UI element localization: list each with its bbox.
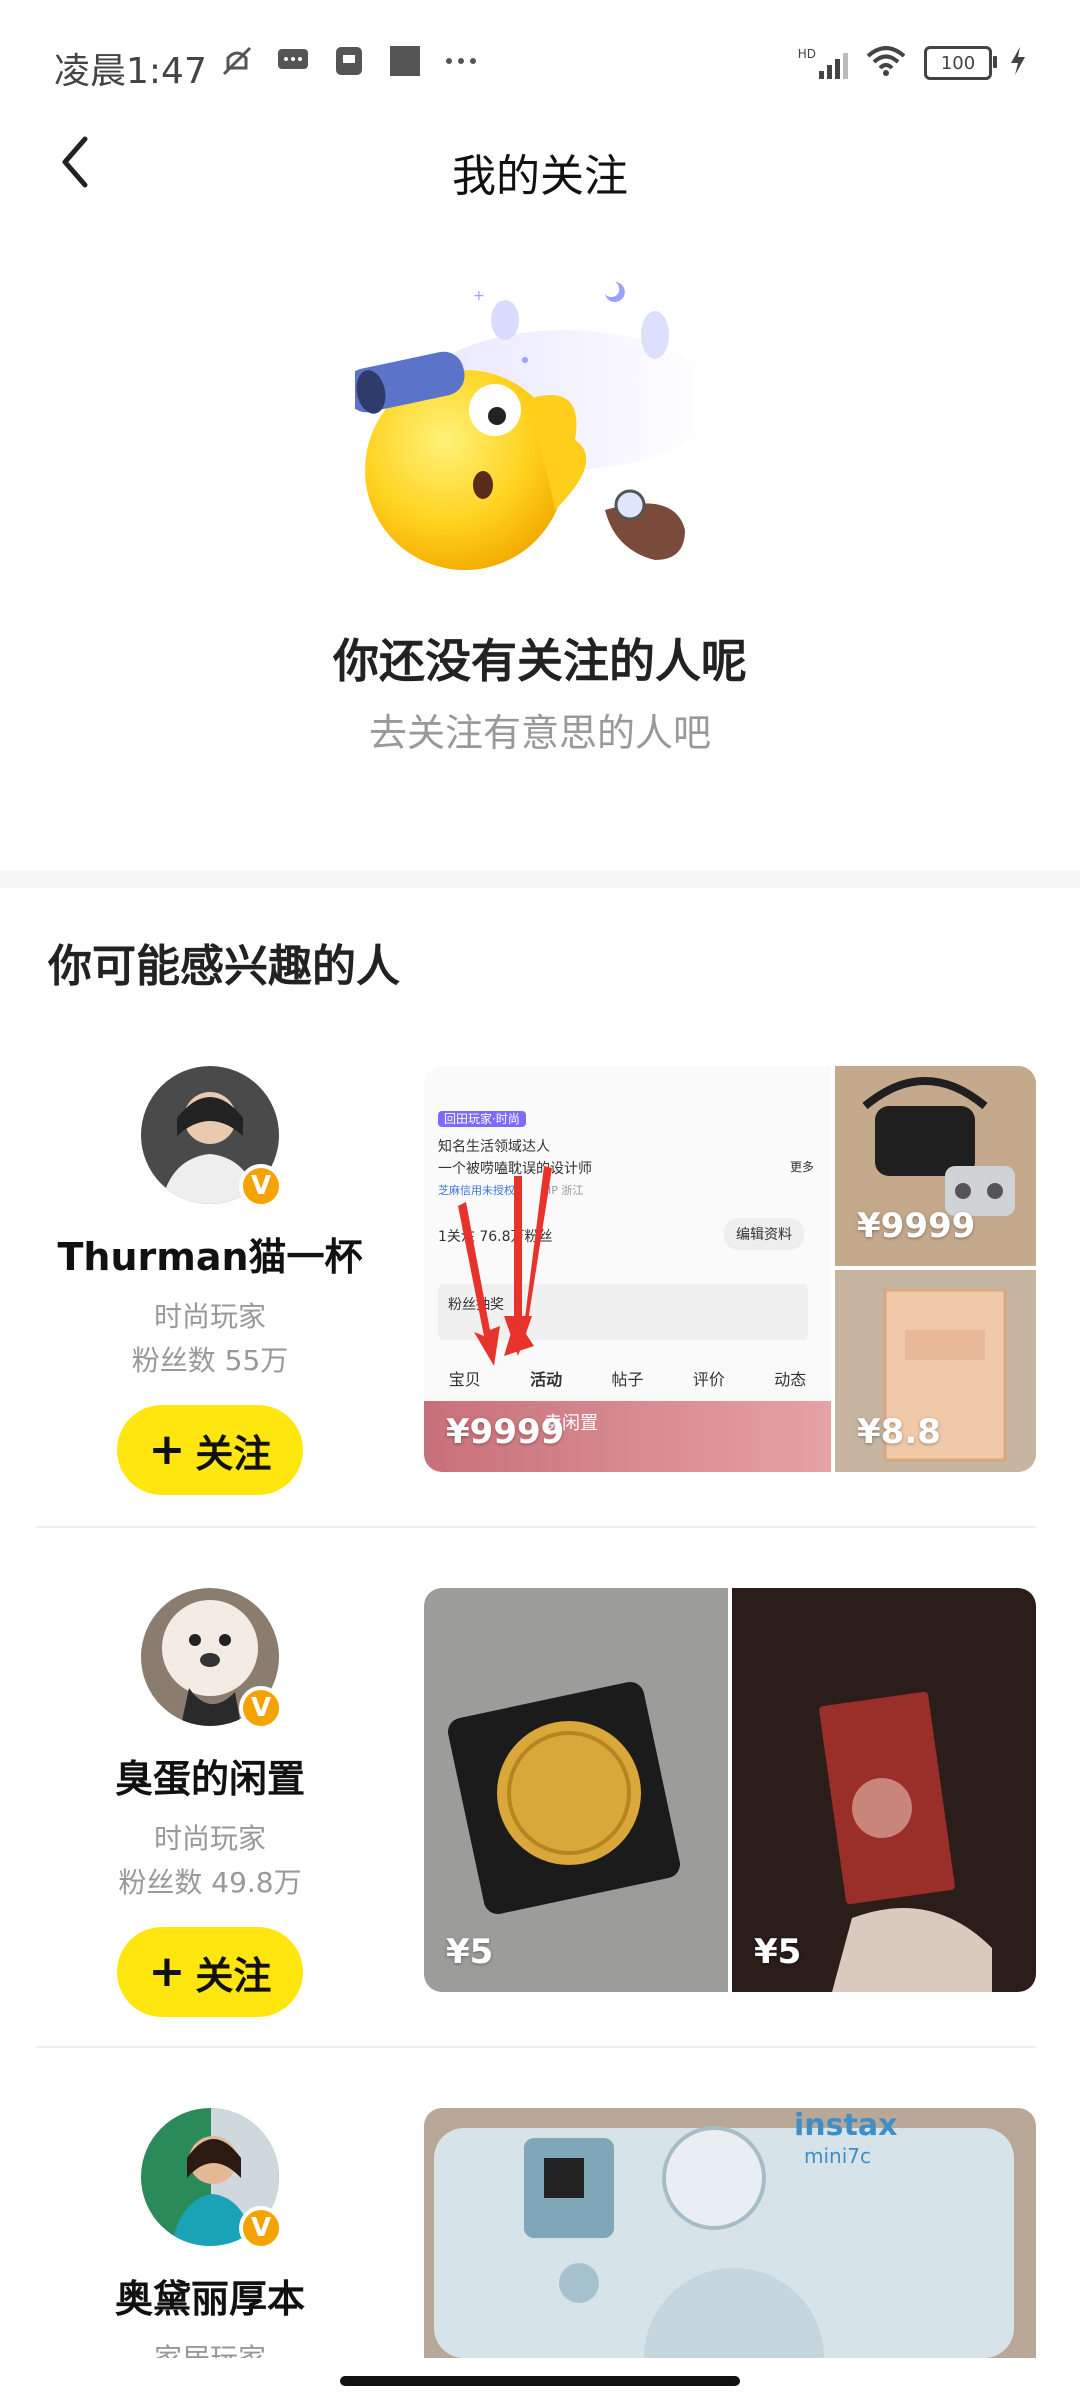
avatar-wrap[interactable]: V [141,1066,283,1208]
item-tile[interactable]: ¥8.8 [835,1270,1036,1472]
recommend-card[interactable]: V 奥黛丽厚本 家居玩家 instax mini7c [0,2108,1080,2358]
charging-icon [1010,47,1026,79]
item-gallery: ¥5 ¥5 [424,1588,1036,1992]
item-tile[interactable]: ¥5 [732,1588,1036,1992]
mock-line1: 知名生活领域达人 [438,1139,550,1155]
follow-label: 关注 [195,1953,272,1998]
message-icon [276,44,310,78]
signal-icon: HD [798,47,848,79]
more-dots-icon [444,44,478,78]
instax-camera-photo [424,2108,1036,2358]
avatar-wrap[interactable]: V [141,2108,283,2250]
user-fans: 粉丝数 49.8万 [118,1866,302,1899]
empty-title: 你还没有关注的人呢 [333,634,747,688]
follow-label: 关注 [195,1431,272,1476]
item-tile[interactable]: instax mini7c [424,2108,1036,2358]
svg-text:+: + [473,288,485,304]
section-title: 你可能感兴趣的人 [48,941,400,992]
mock-edit: 编辑资料 [724,1218,804,1250]
status-time: 凌晨1:47 [54,51,207,92]
home-indicator[interactable] [340,2376,740,2386]
item-price: ¥5 [754,1932,802,1972]
page-title: 我的关注 [452,151,628,202]
instax-brand-label: instax [794,2108,898,2143]
user-info: V Thurman猫一杯 时尚玩家 粉丝数 55万 + 关注 [40,1066,380,1495]
app-notification-icon [332,44,366,78]
status-left-icons [220,44,478,78]
item-gallery: instax mini7c [424,2108,1036,2358]
item-tile[interactable]: ¥5 [424,1588,728,1992]
item-price: ¥8.8 [857,1412,941,1452]
user-tag: 时尚玩家 [153,1822,266,1855]
instax-model-label: mini7c [804,2144,871,2168]
plus-icon: + [148,1946,186,1997]
mock-more: 更多 [790,1160,815,1174]
verified-badge: V [239,1686,283,1730]
mock-tabs: 宝贝 活动 帖子 评价 动态 [424,1366,831,1406]
recommend-card[interactable]: V 臭蛋的闲置 时尚玩家 粉丝数 49.8万 + 关注 ¥5 ¥5 [0,1588,1080,2017]
battery-level: 100 [940,52,976,74]
mock-tab: 活动 [530,1366,563,1406]
empty-subtitle: 去关注有意思的人吧 [368,711,711,755]
mock-badge: 回田玩家·时尚 [438,1111,526,1127]
verified-badge: V [239,1164,283,1208]
avatar-wrap[interactable]: V [141,1588,283,1730]
item-gallery: 回田玩家·时尚 知名生活领域达人 一个被唠嗑耽误的设计师 更多 芝麻信用未授权 … [424,1066,1036,1472]
item-tile[interactable]: 回田玩家·时尚 知名生活领域达人 一个被唠嗑耽误的设计师 更多 芝麻信用未授权 … [424,1066,831,1472]
item-tile[interactable]: ¥9999 [835,1066,1036,1266]
user-fans: 粉丝数 55万 [131,1344,289,1377]
section-divider [0,870,1080,888]
red-arrows-graphic [458,1166,552,1366]
follow-button[interactable]: + 关注 [117,1927,303,2017]
plus-icon: + [148,1424,186,1475]
mock-tab: 宝贝 [448,1370,481,1389]
user-tag: 时尚玩家 [153,1300,266,1333]
user-name[interactable]: 臭蛋的闲置 [40,1748,380,1803]
status-right-icons: HD 100 [798,46,1026,80]
user-tag: 家居玩家 [40,2337,380,2358]
mock-tab: 帖子 [611,1370,644,1389]
card-divider [36,1526,1036,1528]
user-name[interactable]: Thurman猫一杯 [40,1226,380,1281]
battery-icon: 100 [924,46,997,80]
empty-state: + 你还没有关注的人呢 去关注有意思的人吧 [0,240,1080,800]
wifi-icon [866,46,906,80]
mute-icon [220,44,254,78]
nav-bar: 我的关注 [0,120,1080,210]
mock-tab: 动态 [774,1370,807,1389]
fish-telescope-illustration: + [355,282,715,570]
verified-badge: V [239,2206,283,2250]
recommend-card[interactable]: V Thurman猫一杯 时尚玩家 粉丝数 55万 + 关注 回田玩家·时尚 知… [0,1066,1080,1506]
network-label: HD [797,47,816,61]
follow-button[interactable]: + 关注 [117,1405,303,1495]
item-price: ¥9999 [446,1412,565,1452]
mock-tab: 评价 [692,1370,725,1389]
user-info: V 奥黛丽厚本 家居玩家 [40,2108,380,2358]
square-icon [388,44,422,78]
user-info: V 臭蛋的闲置 时尚玩家 粉丝数 49.8万 + 关注 [40,1588,380,2017]
item-price: ¥9999 [857,1206,976,1246]
card-divider [36,2046,1036,2048]
status-bar: 凌晨1:47 HD 100 [0,0,1080,130]
user-name[interactable]: 奥黛丽厚本 [40,2268,380,2323]
item-price: ¥5 [446,1932,494,1972]
